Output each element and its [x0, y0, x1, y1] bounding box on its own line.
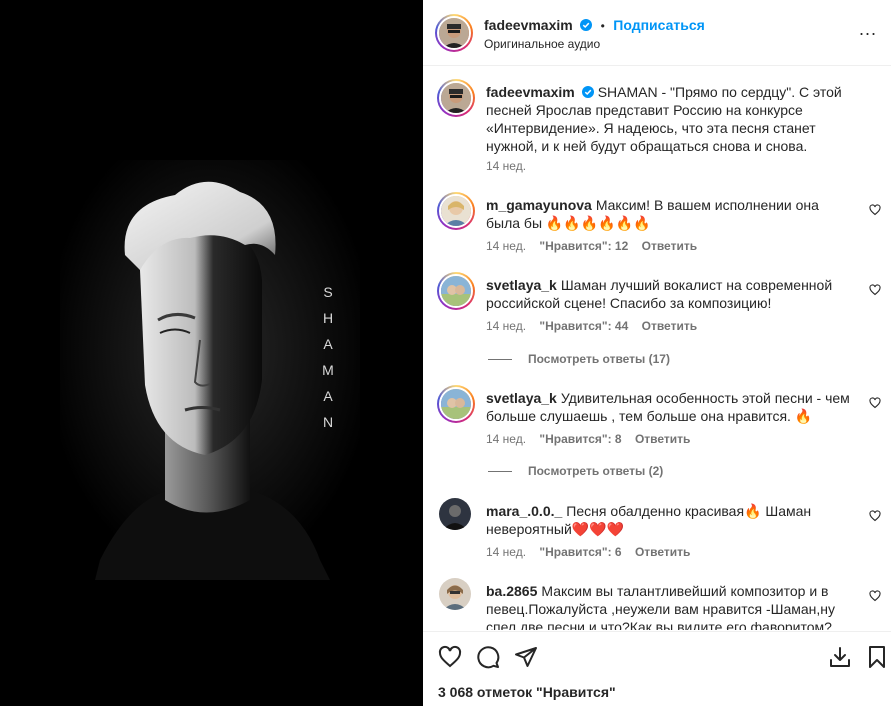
- comment-likes[interactable]: "Нравится": 6: [539, 545, 621, 559]
- comment-like-heart-icon[interactable]: [869, 284, 881, 296]
- replies-line: [488, 359, 512, 361]
- commenter-avatar[interactable]: [439, 578, 471, 610]
- view-replies-button[interactable]: Посмотреть ответы (17): [488, 352, 670, 366]
- commenter-avatar[interactable]: [437, 272, 475, 310]
- commenter-avatar[interactable]: [439, 498, 471, 530]
- letter: M: [322, 362, 334, 378]
- view-replies-button[interactable]: Посмотреть ответы (2): [488, 464, 663, 478]
- letter: S: [323, 284, 333, 300]
- comment-text: Максим вы талантливейший композитор и в …: [486, 583, 835, 630]
- view-replies-label: Посмотреть ответы (2): [528, 464, 664, 478]
- replies-line: [488, 471, 512, 473]
- audio-label[interactable]: Оригинальное аудио: [484, 37, 600, 51]
- comments-list[interactable]: fadeevmaxim SHAMAN - "Прямо по сердцу". С…: [423, 67, 891, 630]
- comment-item: svetlaya_k Удивительная особенность этой …: [423, 385, 891, 485]
- comment-likes[interactable]: "Нравится": 12: [539, 239, 628, 253]
- comment-time[interactable]: 14 нед.: [486, 545, 526, 559]
- shaman-vertical-text: S H A M A N: [318, 279, 338, 435]
- letter: H: [322, 310, 334, 326]
- post-side-panel: fadeevmaxim • Подписаться Оригинальное а…: [423, 0, 891, 706]
- likes-count[interactable]: 3 068 отметок "Нравится": [438, 684, 616, 700]
- letter: A: [323, 388, 333, 404]
- author-username[interactable]: fadeevmaxim: [484, 17, 573, 33]
- letter: A: [323, 336, 333, 352]
- caption-avatar[interactable]: [437, 79, 475, 117]
- comment-likes[interactable]: "Нравится": 8: [539, 432, 621, 446]
- commenter-username[interactable]: m_gamayunova: [486, 197, 592, 213]
- follow-button[interactable]: Подписаться: [613, 17, 705, 33]
- verified-icon: [581, 86, 594, 98]
- author-avatar[interactable]: [435, 14, 473, 52]
- post-media[interactable]: S H A M A N: [0, 0, 423, 706]
- commenter-avatar[interactable]: [437, 385, 475, 423]
- download-icon[interactable]: [828, 645, 852, 669]
- portrait-photo: [0, 0, 423, 706]
- comment-time[interactable]: 14 нед.: [486, 319, 526, 333]
- comment-icon[interactable]: [476, 645, 500, 669]
- commenter-avatar[interactable]: [437, 192, 475, 230]
- commenter-username[interactable]: svetlaya_k: [486, 277, 557, 293]
- separator-dot: •: [600, 19, 605, 33]
- share-icon[interactable]: [514, 645, 538, 669]
- comment-time[interactable]: 14 нед.: [486, 432, 526, 446]
- comment-item: svetlaya_k Шаман лучший вокалист на совре…: [423, 272, 891, 372]
- commenter-username[interactable]: svetlaya_k: [486, 390, 557, 406]
- comment-like-heart-icon[interactable]: [869, 590, 881, 602]
- verified-icon: [580, 19, 593, 31]
- save-bookmark-icon[interactable]: [865, 645, 889, 669]
- comment-item: ba.2865 Максим вы талантливейший композит…: [423, 578, 891, 630]
- comment-like-heart-icon[interactable]: [869, 204, 881, 216]
- comment-like-heart-icon[interactable]: [869, 397, 881, 409]
- letter: N: [322, 414, 334, 430]
- like-heart-icon[interactable]: [438, 645, 462, 669]
- caption-time[interactable]: 14 нед.: [486, 159, 526, 173]
- commenter-username[interactable]: mara_.0.0._: [486, 503, 562, 519]
- view-replies-label: Посмотреть ответы (17): [528, 352, 670, 366]
- reply-button[interactable]: Ответить: [635, 432, 690, 446]
- caption-username[interactable]: fadeevmaxim: [486, 84, 575, 100]
- comment-time[interactable]: 14 нед.: [486, 239, 526, 253]
- comment-item: mara_.0.0._ Песня обалденно красивая🔥 Шам…: [423, 498, 891, 568]
- comment-likes[interactable]: "Нравится": 44: [539, 319, 628, 333]
- commenter-username[interactable]: ba.2865: [486, 583, 537, 599]
- post-header: fadeevmaxim • Подписаться Оригинальное а…: [423, 0, 891, 66]
- caption: fadeevmaxim SHAMAN - "Прямо по сердцу". С…: [423, 79, 891, 175]
- reply-button[interactable]: Ответить: [635, 545, 690, 559]
- reply-button[interactable]: Ответить: [642, 239, 697, 253]
- more-options-icon[interactable]: ...: [859, 20, 877, 38]
- comment-item: m_gamayunova Максим! В вашем исполнении о…: [423, 192, 891, 262]
- reply-button[interactable]: Ответить: [642, 319, 697, 333]
- comment-like-heart-icon[interactable]: [869, 510, 881, 522]
